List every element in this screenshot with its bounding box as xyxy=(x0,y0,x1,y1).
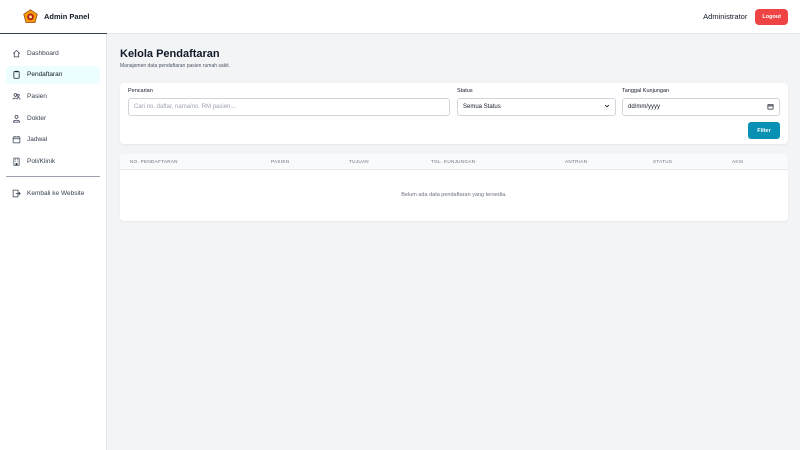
empty-state-message: Belum ada data pendaftaran yang tersedia… xyxy=(401,192,507,198)
sidebar-item-label: Pasien xyxy=(27,92,47,100)
sidebar-item-label: Kembali ke Website xyxy=(27,189,85,197)
page-title: Kelola Pendaftaran xyxy=(120,48,220,60)
date-input-value: dd/mm/yyyy xyxy=(628,104,661,110)
sidebar-item-back-to-website[interactable]: Kembali ke Website xyxy=(6,184,100,202)
calendar-icon xyxy=(12,135,21,144)
sidebar-item-jadwal[interactable]: Jadwal xyxy=(6,131,100,149)
clipboard-icon xyxy=(12,70,21,79)
filter-button[interactable]: Filter xyxy=(748,122,780,139)
sidebar-item-label: Dashboard xyxy=(27,49,59,57)
table-header: NO. PENDAFTARAN PASIEN TUJUAN TGL. KUNJU… xyxy=(120,154,788,170)
filter-card: Pencarian Cari no. daftar, nama/no. RM p… xyxy=(120,83,788,144)
column-header-status: STATUS xyxy=(653,159,673,164)
date-group: Tanggal Kunjungan dd/mm/yyyy xyxy=(622,88,780,116)
sidebar-item-dashboard[interactable]: Dashboard xyxy=(6,44,100,62)
sidebar-item-label: Jadwal xyxy=(27,136,48,144)
status-group: Status Semua Status xyxy=(457,88,616,116)
search-group: Pencarian Cari no. daftar, nama/no. RM p… xyxy=(128,88,450,116)
sidebar-item-label: Pendaftaran xyxy=(27,71,63,79)
sidebar-item-pasien[interactable]: Pasien xyxy=(6,87,100,105)
status-select[interactable]: Semua Status xyxy=(457,98,616,116)
search-input[interactable]: Cari no. daftar, nama/no. RM pasien... xyxy=(128,98,450,116)
status-select-value: Semua Status xyxy=(463,104,501,110)
page-subtitle: Manajemen data pendaftaran pasien rumah … xyxy=(120,63,231,69)
users-icon xyxy=(12,92,21,101)
doctor-icon xyxy=(12,114,21,123)
sidebar-item-poli-klinik[interactable]: Poli/Klinik xyxy=(6,152,100,170)
column-header-antrian: ANTRIAN xyxy=(565,159,588,164)
sidebar-item-pendaftaran[interactable]: Pendaftaran xyxy=(6,65,100,84)
registration-table: NO. PENDAFTARAN PASIEN TUJUAN TGL. KUNJU… xyxy=(120,154,788,221)
logout-button[interactable]: Logout xyxy=(755,8,788,25)
top-bar: Admin Panel Administrator Logout xyxy=(0,0,800,34)
column-header-aksi: AKSI xyxy=(732,159,744,164)
column-header-pasien: PASIEN xyxy=(271,159,290,164)
sidebar-divider xyxy=(6,176,100,178)
status-label: Status xyxy=(457,88,473,94)
main-content: Kelola Pendaftaran Manajemen data pendaf… xyxy=(120,47,788,221)
chevron-down-icon xyxy=(604,103,610,111)
brand[interactable]: Admin Panel xyxy=(0,0,107,34)
building-icon xyxy=(12,157,21,166)
column-header-tgl-kunjungan: TGL. KUNJUNGAN xyxy=(431,159,476,164)
exit-icon xyxy=(12,189,21,198)
logo-icon xyxy=(23,8,38,24)
home-icon xyxy=(12,49,21,58)
calendar-icon[interactable] xyxy=(767,103,774,112)
column-header-tujuan: TUJUAN xyxy=(349,159,369,164)
sidebar-item-label: Poli/Klinik xyxy=(27,157,56,165)
date-label: Tanggal Kunjungan xyxy=(622,88,670,94)
user-name: Administrator xyxy=(703,12,748,21)
date-input[interactable]: dd/mm/yyyy xyxy=(622,98,780,116)
search-label: Pencarian xyxy=(128,88,153,94)
sidebar-item-label: Dokter xyxy=(27,114,47,122)
sidebar: Dashboard Pendaftaran Pasien Dokter Jadw… xyxy=(0,34,107,450)
sidebar-item-dokter[interactable]: Dokter xyxy=(6,109,100,127)
column-header-no-pendaftaran: NO. PENDAFTARAN xyxy=(130,159,178,164)
app-title: Admin Panel xyxy=(44,11,90,21)
